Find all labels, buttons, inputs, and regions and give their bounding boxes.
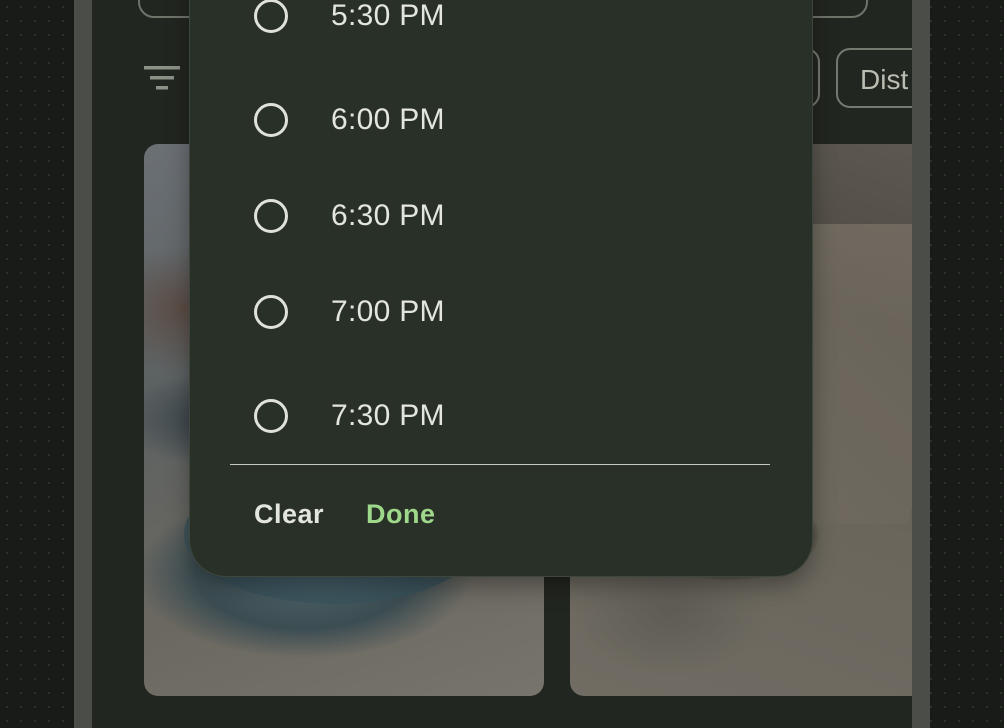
time-option[interactable]: 7:00 PM bbox=[254, 288, 754, 336]
clear-button[interactable]: Clear bbox=[254, 490, 324, 538]
time-option-label: 5:30 PM bbox=[331, 0, 445, 32]
filter-chip-distance[interactable]: Dist bbox=[836, 48, 912, 108]
time-option-label: 7:30 PM bbox=[331, 399, 445, 432]
filter-chip-distance-label: Dist bbox=[860, 64, 909, 95]
time-option-label: 7:00 PM bbox=[331, 295, 445, 328]
time-picker-dialog: 5:30 PM 6:00 PM 6:30 PM 7:00 PM 7:30 PM … bbox=[190, 0, 812, 576]
dialog-divider bbox=[230, 464, 770, 465]
radio-unchecked-icon[interactable] bbox=[254, 0, 288, 33]
radio-unchecked-icon[interactable] bbox=[254, 399, 288, 433]
time-option[interactable]: 6:00 PM bbox=[254, 96, 754, 144]
time-option-label: 6:00 PM bbox=[331, 103, 445, 136]
time-option[interactable]: 7:30 PM bbox=[254, 392, 754, 440]
radio-unchecked-icon[interactable] bbox=[254, 103, 288, 137]
done-button[interactable]: Done bbox=[366, 490, 436, 538]
time-option[interactable]: 6:30 PM bbox=[254, 192, 754, 240]
filter-icon[interactable] bbox=[142, 62, 182, 98]
time-option[interactable]: 5:30 PM bbox=[254, 0, 754, 40]
radio-unchecked-icon[interactable] bbox=[254, 199, 288, 233]
radio-unchecked-icon[interactable] bbox=[254, 295, 288, 329]
time-option-label: 6:30 PM bbox=[331, 199, 445, 232]
